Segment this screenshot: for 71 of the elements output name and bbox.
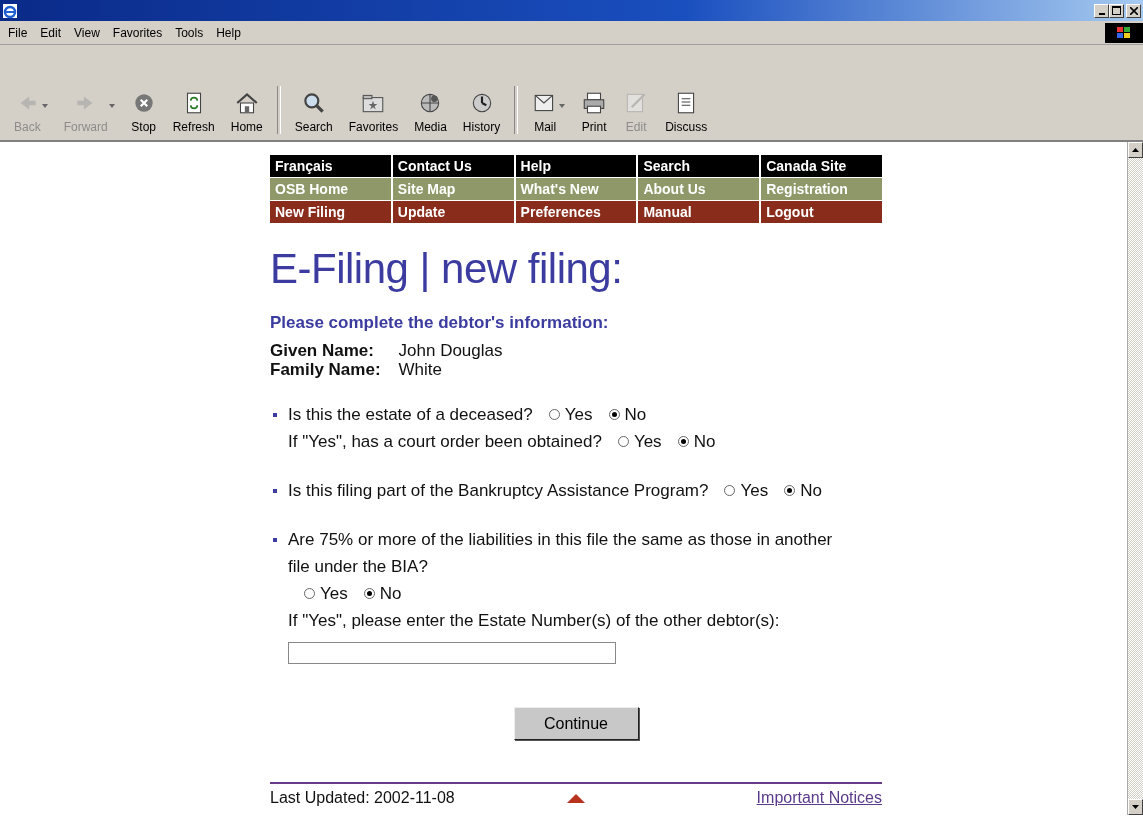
down-arrow-icon bbox=[1132, 805, 1139, 809]
nav-link[interactable]: Contact Us bbox=[392, 155, 514, 177]
radio-label: No bbox=[624, 404, 647, 426]
nav-link[interactable]: Canada Site bbox=[761, 155, 882, 177]
up-arrow-icon[interactable] bbox=[567, 793, 585, 803]
maximize-button[interactable] bbox=[1109, 3, 1124, 18]
question-text: If "Yes", has a court order been obtained? bbox=[288, 431, 602, 453]
important-notices-link[interactable]: Important Notices bbox=[756, 789, 882, 807]
toolbar-button[interactable]: Refresh bbox=[164, 90, 223, 134]
instruction-text: Please complete the debtor's information: bbox=[270, 313, 609, 333]
nav-link[interactable]: Logout bbox=[761, 201, 882, 223]
radio-button[interactable] bbox=[304, 588, 315, 599]
estate-number-field[interactable] bbox=[288, 642, 616, 664]
radio-label: No bbox=[693, 431, 716, 453]
question-text: Is this filing part of the Bankruptcy Assistance Program? bbox=[288, 480, 709, 502]
radio-label: No bbox=[379, 583, 402, 605]
minimize-button[interactable] bbox=[1094, 3, 1109, 18]
question-text: Is this the estate of a deceased? bbox=[288, 404, 533, 426]
nav-link[interactable]: New Filing bbox=[270, 201, 391, 223]
nav-link[interactable]: Help bbox=[515, 155, 637, 177]
prompt-text: If "Yes", please enter the Estate Number(s) of the other debtor(s): bbox=[287, 610, 780, 632]
radio-button[interactable] bbox=[617, 436, 629, 447]
field-label: Family Name: bbox=[270, 360, 381, 379]
radio-button[interactable] bbox=[608, 409, 620, 420]
toolbar-button[interactable]: Stop bbox=[122, 90, 165, 134]
menu-item[interactable]: Edit bbox=[36, 23, 71, 42]
radio-label: Yes bbox=[740, 480, 769, 502]
radio-button[interactable] bbox=[784, 485, 796, 496]
toolbar-button[interactable]: Media bbox=[406, 90, 455, 134]
nav-link[interactable]: Preferences bbox=[515, 201, 637, 223]
field-value: John Douglas bbox=[398, 341, 503, 360]
toolbar-button[interactable]: History bbox=[454, 90, 509, 134]
nav-link[interactable]: Search bbox=[638, 155, 760, 177]
browser-logo-icon bbox=[2, 2, 18, 19]
last-updated-text: Last Updated: 2002-11-08 bbox=[270, 789, 455, 807]
nav-link[interactable]: Manual bbox=[638, 201, 760, 223]
menu-item[interactable]: Tools bbox=[171, 23, 213, 42]
continue-button[interactable]: Continue bbox=[513, 707, 639, 740]
toolbar-button[interactable]: Favorites bbox=[340, 90, 407, 134]
toolbar-button[interactable]: Search bbox=[286, 90, 341, 134]
toolbar-button[interactable]: Discuss bbox=[657, 90, 716, 134]
radio-button[interactable] bbox=[724, 485, 736, 496]
radio-button[interactable] bbox=[548, 409, 560, 420]
menu-item[interactable]: Help bbox=[212, 23, 250, 42]
nav-link[interactable]: Update bbox=[392, 201, 514, 223]
radio-label: Yes bbox=[633, 431, 662, 453]
nav-link[interactable]: Français bbox=[270, 155, 391, 177]
radio-button[interactable] bbox=[363, 588, 375, 599]
menu-item[interactable]: Favorites bbox=[108, 23, 172, 42]
scroll-down-button[interactable] bbox=[1128, 799, 1143, 815]
radio-label: No bbox=[800, 480, 822, 502]
toolbar-button[interactable]: Home bbox=[222, 90, 271, 134]
field-label: Given Name: bbox=[270, 341, 375, 360]
radio-label: Yes bbox=[320, 583, 348, 605]
radio-label: Yes bbox=[564, 404, 593, 426]
close-button[interactable] bbox=[1126, 3, 1141, 18]
up-arrow-icon bbox=[1132, 148, 1139, 152]
question-text: Are 75% or more of the liabilities in this file the same as those in another file under the BIA? bbox=[288, 529, 834, 578]
close-icon bbox=[1129, 6, 1138, 15]
field-value: White bbox=[398, 360, 442, 379]
menu-item[interactable]: File bbox=[4, 23, 37, 42]
dropdown-arrow-icon[interactable] bbox=[559, 104, 566, 108]
maximize-icon bbox=[1112, 6, 1121, 15]
page-title: E-Filing | new filing: bbox=[270, 247, 623, 291]
scroll-up-button[interactable] bbox=[1128, 142, 1143, 158]
minimize-icon bbox=[1098, 12, 1105, 15]
toolbar-button[interactable]: Mail bbox=[524, 90, 574, 134]
windows-logo-icon bbox=[1105, 22, 1143, 43]
toolbar-button[interactable]: Print bbox=[573, 90, 616, 134]
radio-button[interactable] bbox=[677, 436, 689, 447]
menu-item[interactable]: View bbox=[70, 23, 109, 42]
